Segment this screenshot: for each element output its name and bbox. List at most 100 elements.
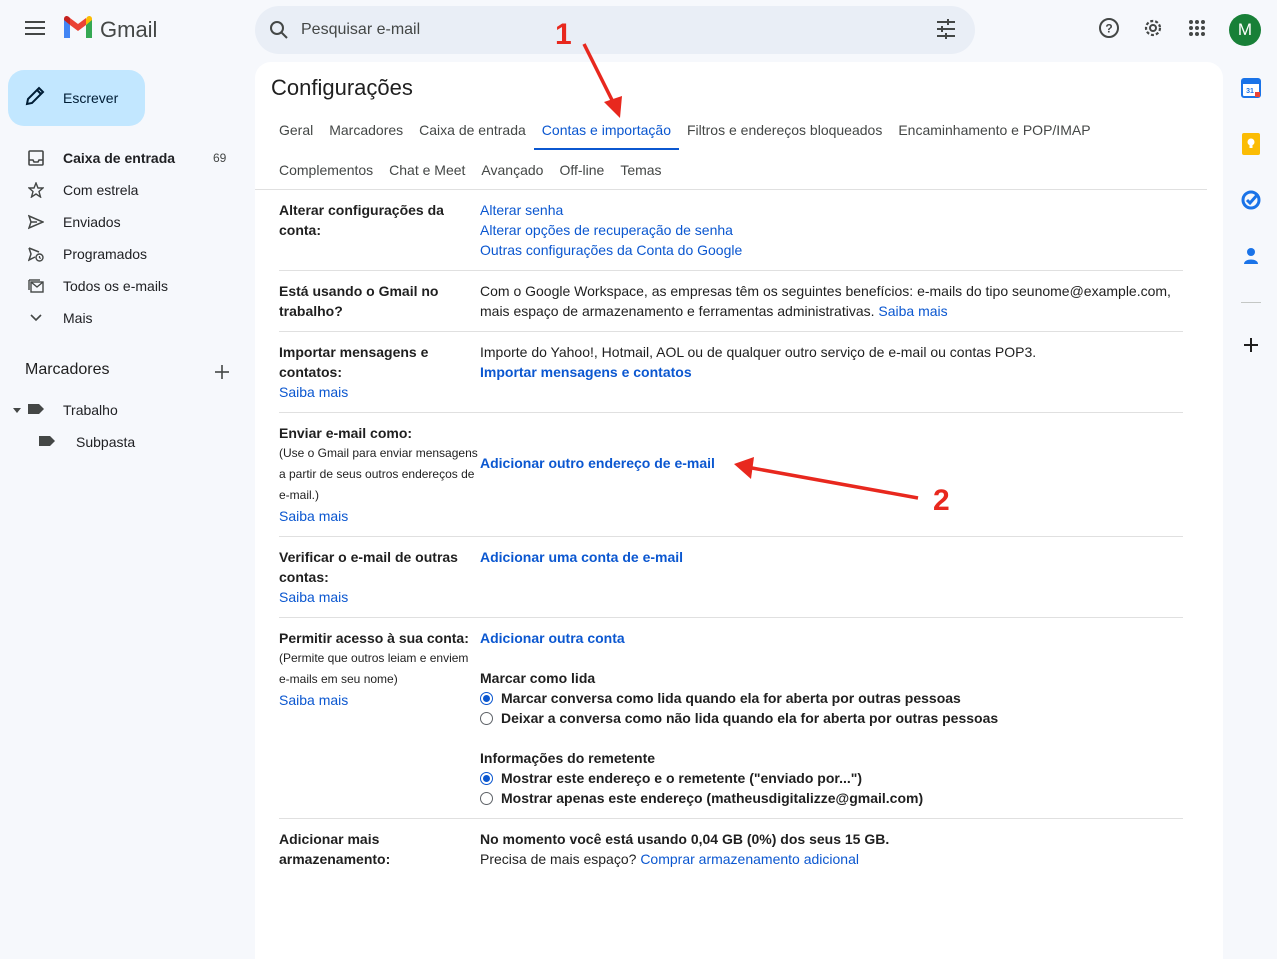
keep-app-button[interactable]: [1239, 132, 1263, 158]
tab-inbox[interactable]: Caixa de entrada: [411, 110, 534, 150]
sidebar-item-more[interactable]: Mais: [0, 302, 245, 334]
gmail-logo[interactable]: Gmail: [62, 15, 157, 45]
settings-row-check-mail: Verificar o e-mail de outras contas: Sai…: [279, 537, 1183, 618]
sidebar-item-label: Todos os e-mails: [63, 278, 169, 294]
app-name: Gmail: [100, 17, 158, 42]
row-content: No momento você está usando 0,04 GB (0%)…: [480, 829, 1183, 869]
calendar-icon: 31: [1241, 77, 1261, 103]
buy-storage-link[interactable]: Comprar armazenamento adicional: [640, 851, 859, 867]
apps-grid-icon: [1188, 19, 1206, 42]
sender-info-option-1[interactable]: Mostrar este endereço e o remetente ("en…: [480, 768, 1183, 788]
search-input[interactable]: [301, 21, 901, 39]
search-icon[interactable]: [267, 18, 291, 42]
side-panel-divider: [1241, 302, 1261, 303]
sidebar-item-sent[interactable]: Enviados: [0, 206, 245, 238]
search-options-icon[interactable]: [935, 18, 959, 42]
sidebar-item-label: Programados: [63, 246, 148, 262]
sender-info-option-2[interactable]: Mostrar apenas este endereço (matheusdig…: [480, 788, 1183, 808]
row-label-description: (Permite que outros leiam e enviem e-mai…: [279, 651, 469, 686]
row-label: Enviar e-mail como: (Use o Gmail para en…: [279, 423, 479, 526]
plus-icon: [211, 365, 233, 387]
settings-button[interactable]: [1138, 15, 1168, 45]
sidebar-item-all-mail[interactable]: Todos os e-mails: [0, 270, 245, 302]
tab-chat-meet[interactable]: Chat e Meet: [381, 150, 473, 190]
storage-more-line: Precisa de mais espaço? Comprar armazena…: [480, 849, 1183, 869]
tab-filters[interactable]: Filtros e endereços bloqueados: [679, 110, 890, 150]
settings-row-send-as: Enviar e-mail como: (Use o Gmail para en…: [279, 413, 1183, 537]
radio-button-checked[interactable]: [480, 771, 493, 785]
hamburger-menu-icon: [25, 20, 45, 40]
tasks-app-button[interactable]: [1239, 190, 1263, 214]
storage-usage: No momento você está usando 0,04 GB (0%)…: [480, 831, 890, 847]
caret-down-icon[interactable]: [12, 402, 22, 418]
compose-label: Escrever: [63, 90, 119, 106]
learn-more-link[interactable]: Saiba mais: [279, 382, 479, 402]
mark-read-option-2[interactable]: Deixar a conversa como não lida quando e…: [480, 708, 1183, 728]
add-label-button[interactable]: [211, 361, 233, 383]
tab-labels[interactable]: Marcadores: [321, 110, 411, 150]
tab-accounts-import[interactable]: Contas e importação: [533, 110, 679, 150]
row-label-description: (Use o Gmail para enviar mensagens a par…: [279, 446, 478, 502]
learn-more-link[interactable]: Saiba mais: [279, 587, 479, 607]
label-item-trabalho[interactable]: Trabalho: [12, 398, 118, 422]
radio-label: Marcar conversa como lida quando ela for…: [501, 690, 961, 706]
add-email-address-link[interactable]: Adicionar outro endereço de e-mail: [480, 453, 1183, 473]
add-mail-account-link[interactable]: Adicionar uma conta de e-mail: [480, 547, 1183, 567]
radio-label: Mostrar apenas este endereço (matheusdig…: [501, 790, 924, 806]
need-more-text: Precisa de mais espaço?: [480, 851, 637, 867]
learn-more-link[interactable]: Saiba mais: [279, 506, 479, 526]
radio-button[interactable]: [480, 791, 493, 805]
row-label: Adicionar mais armazenamento:: [279, 831, 391, 867]
change-password-link[interactable]: Alterar senha: [480, 200, 1183, 220]
search-bar[interactable]: [255, 6, 975, 54]
label-tag-icon: [38, 434, 56, 450]
row-label-text: Permitir acesso à sua conta:: [279, 630, 469, 646]
row-label-text: Enviar e-mail como:: [279, 425, 413, 441]
contacts-app-button[interactable]: [1239, 246, 1263, 270]
settings-row-work: Está usando o Gmail no trabalho? Com o G…: [279, 271, 1183, 332]
label-item-subpasta[interactable]: Subpasta: [38, 430, 135, 454]
tab-advanced[interactable]: Avançado: [473, 150, 551, 190]
row-content: Alterar senha Alterar opções de recupera…: [480, 200, 1183, 260]
learn-more-link[interactable]: Saiba mais: [878, 303, 947, 319]
tab-offline[interactable]: Off-line: [551, 150, 612, 190]
radio-button-checked[interactable]: [480, 691, 493, 705]
tab-forwarding[interactable]: Encaminhamento e POP/IMAP: [890, 110, 1098, 150]
mark-read-title: Marcar como lida: [480, 670, 596, 686]
settings-panel: Configurações Geral Marcadores Caixa de …: [255, 62, 1223, 959]
sidebar-item-label: Mais: [63, 310, 93, 326]
add-another-account-link[interactable]: Adicionar outra conta: [480, 628, 1183, 648]
sidebar-item-label: Enviados: [63, 214, 121, 230]
row-content: Adicionar outra conta Marcar como lida M…: [480, 628, 1183, 808]
row-content: Adicionar outro endereço de e-mail: [480, 453, 1183, 473]
recovery-options-link[interactable]: Alterar opções de recuperação de senha: [480, 220, 1183, 240]
help-button[interactable]: ?: [1094, 15, 1124, 45]
tab-general[interactable]: Geral: [271, 110, 321, 150]
tab-themes[interactable]: Temas: [612, 150, 669, 190]
radio-label: Deixar a conversa como não lida quando e…: [501, 710, 999, 726]
tab-addons[interactable]: Complementos: [271, 150, 381, 190]
sidebar-item-starred[interactable]: Com estrela: [0, 174, 245, 206]
apps-button[interactable]: [1182, 15, 1212, 45]
import-mail-contacts-link[interactable]: Importar mensagens e contatos: [480, 362, 1183, 382]
learn-more-link[interactable]: Saiba mais: [279, 690, 479, 710]
mark-read-option-1[interactable]: Marcar conversa como lida quando ela for…: [480, 688, 1183, 708]
top-bar: Gmail ?: [0, 0, 1277, 62]
get-addons-button[interactable]: [1239, 335, 1263, 359]
scheduled-icon: [26, 244, 46, 264]
calendar-app-button[interactable]: 31: [1239, 77, 1263, 103]
send-icon: [26, 212, 46, 232]
row-label: Permitir acesso à sua conta: (Permite qu…: [279, 628, 479, 710]
account-avatar[interactable]: M: [1229, 14, 1261, 46]
sidebar-item-scheduled[interactable]: Programados: [0, 238, 245, 270]
compose-button[interactable]: Escrever: [8, 70, 145, 126]
row-label: Alterar configurações da conta:: [279, 202, 444, 238]
row-label: Está usando o Gmail no trabalho?: [279, 283, 439, 319]
chevron-down-icon: [26, 308, 46, 328]
sidebar-item-inbox[interactable]: Caixa de entrada 69: [0, 142, 245, 174]
radio-button[interactable]: [480, 711, 493, 725]
annotation-number-2: 2: [933, 484, 950, 517]
svg-text:31: 31: [1246, 88, 1254, 95]
google-account-settings-link[interactable]: Outras configurações da Conta do Google: [480, 240, 1183, 260]
main-menu-button[interactable]: [18, 13, 52, 47]
